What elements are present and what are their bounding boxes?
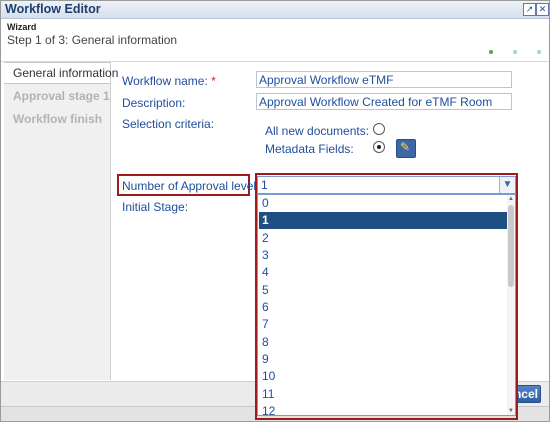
nav-item-general-information[interactable]: General information	[4, 62, 118, 84]
nav-item-workflow-finish[interactable]: Workflow finish	[4, 109, 110, 129]
metadata-fields-radio[interactable]	[373, 141, 385, 153]
description-input[interactable]: Approval Workflow Created for eTMF Room	[256, 93, 512, 110]
nav-item-approval-stage-1[interactable]: Approval stage 1	[4, 86, 110, 106]
selection-criteria-label: Selection criteria:	[122, 117, 215, 131]
description-label: Description:	[122, 96, 186, 110]
workflow-name-label-text: Workflow name:	[122, 74, 208, 88]
step-dot-1-icon	[489, 50, 493, 54]
approval-levels-label: Number of Approval levels:	[122, 179, 266, 193]
close-icon[interactable]: ✕	[536, 3, 549, 16]
maximize-icon[interactable]: ↗	[523, 3, 536, 16]
all-new-documents-radio[interactable]	[373, 123, 385, 135]
nav-item-label: Approval stage 1	[13, 89, 110, 103]
workflow-name-input[interactable]: Approval Workflow eTMF	[256, 71, 512, 88]
step-dot-2-icon	[513, 50, 517, 54]
metadata-fields-label: Metadata Fields:	[265, 142, 354, 156]
window-title: Workflow Editor	[5, 2, 101, 16]
nav-item-label: Workflow finish	[13, 112, 103, 126]
required-marker: *	[211, 74, 216, 88]
all-new-documents-label: All new documents:	[265, 124, 370, 138]
wizard-nav: General information Approval stage 1 Wor…	[4, 62, 118, 380]
pencil-icon: ✎	[400, 140, 411, 154]
wizard-label: Wizard	[7, 22, 37, 32]
step-dot-3-icon	[537, 50, 541, 54]
workflow-editor-window: Workflow Editor ↗ ✕ Wizard Step 1 of 3: …	[0, 0, 550, 422]
initial-stage-label: Initial Stage:	[122, 200, 189, 214]
step-indicator: Step 1 of 3: General information	[7, 33, 178, 47]
dropdown-highlight	[255, 173, 518, 420]
title-bar: Workflow Editor ↗ ✕	[1, 1, 549, 19]
edit-metadata-button[interactable]: ✎	[396, 139, 416, 158]
workflow-name-label: Workflow name: *	[122, 74, 216, 88]
nav-item-label: General information	[13, 66, 119, 80]
